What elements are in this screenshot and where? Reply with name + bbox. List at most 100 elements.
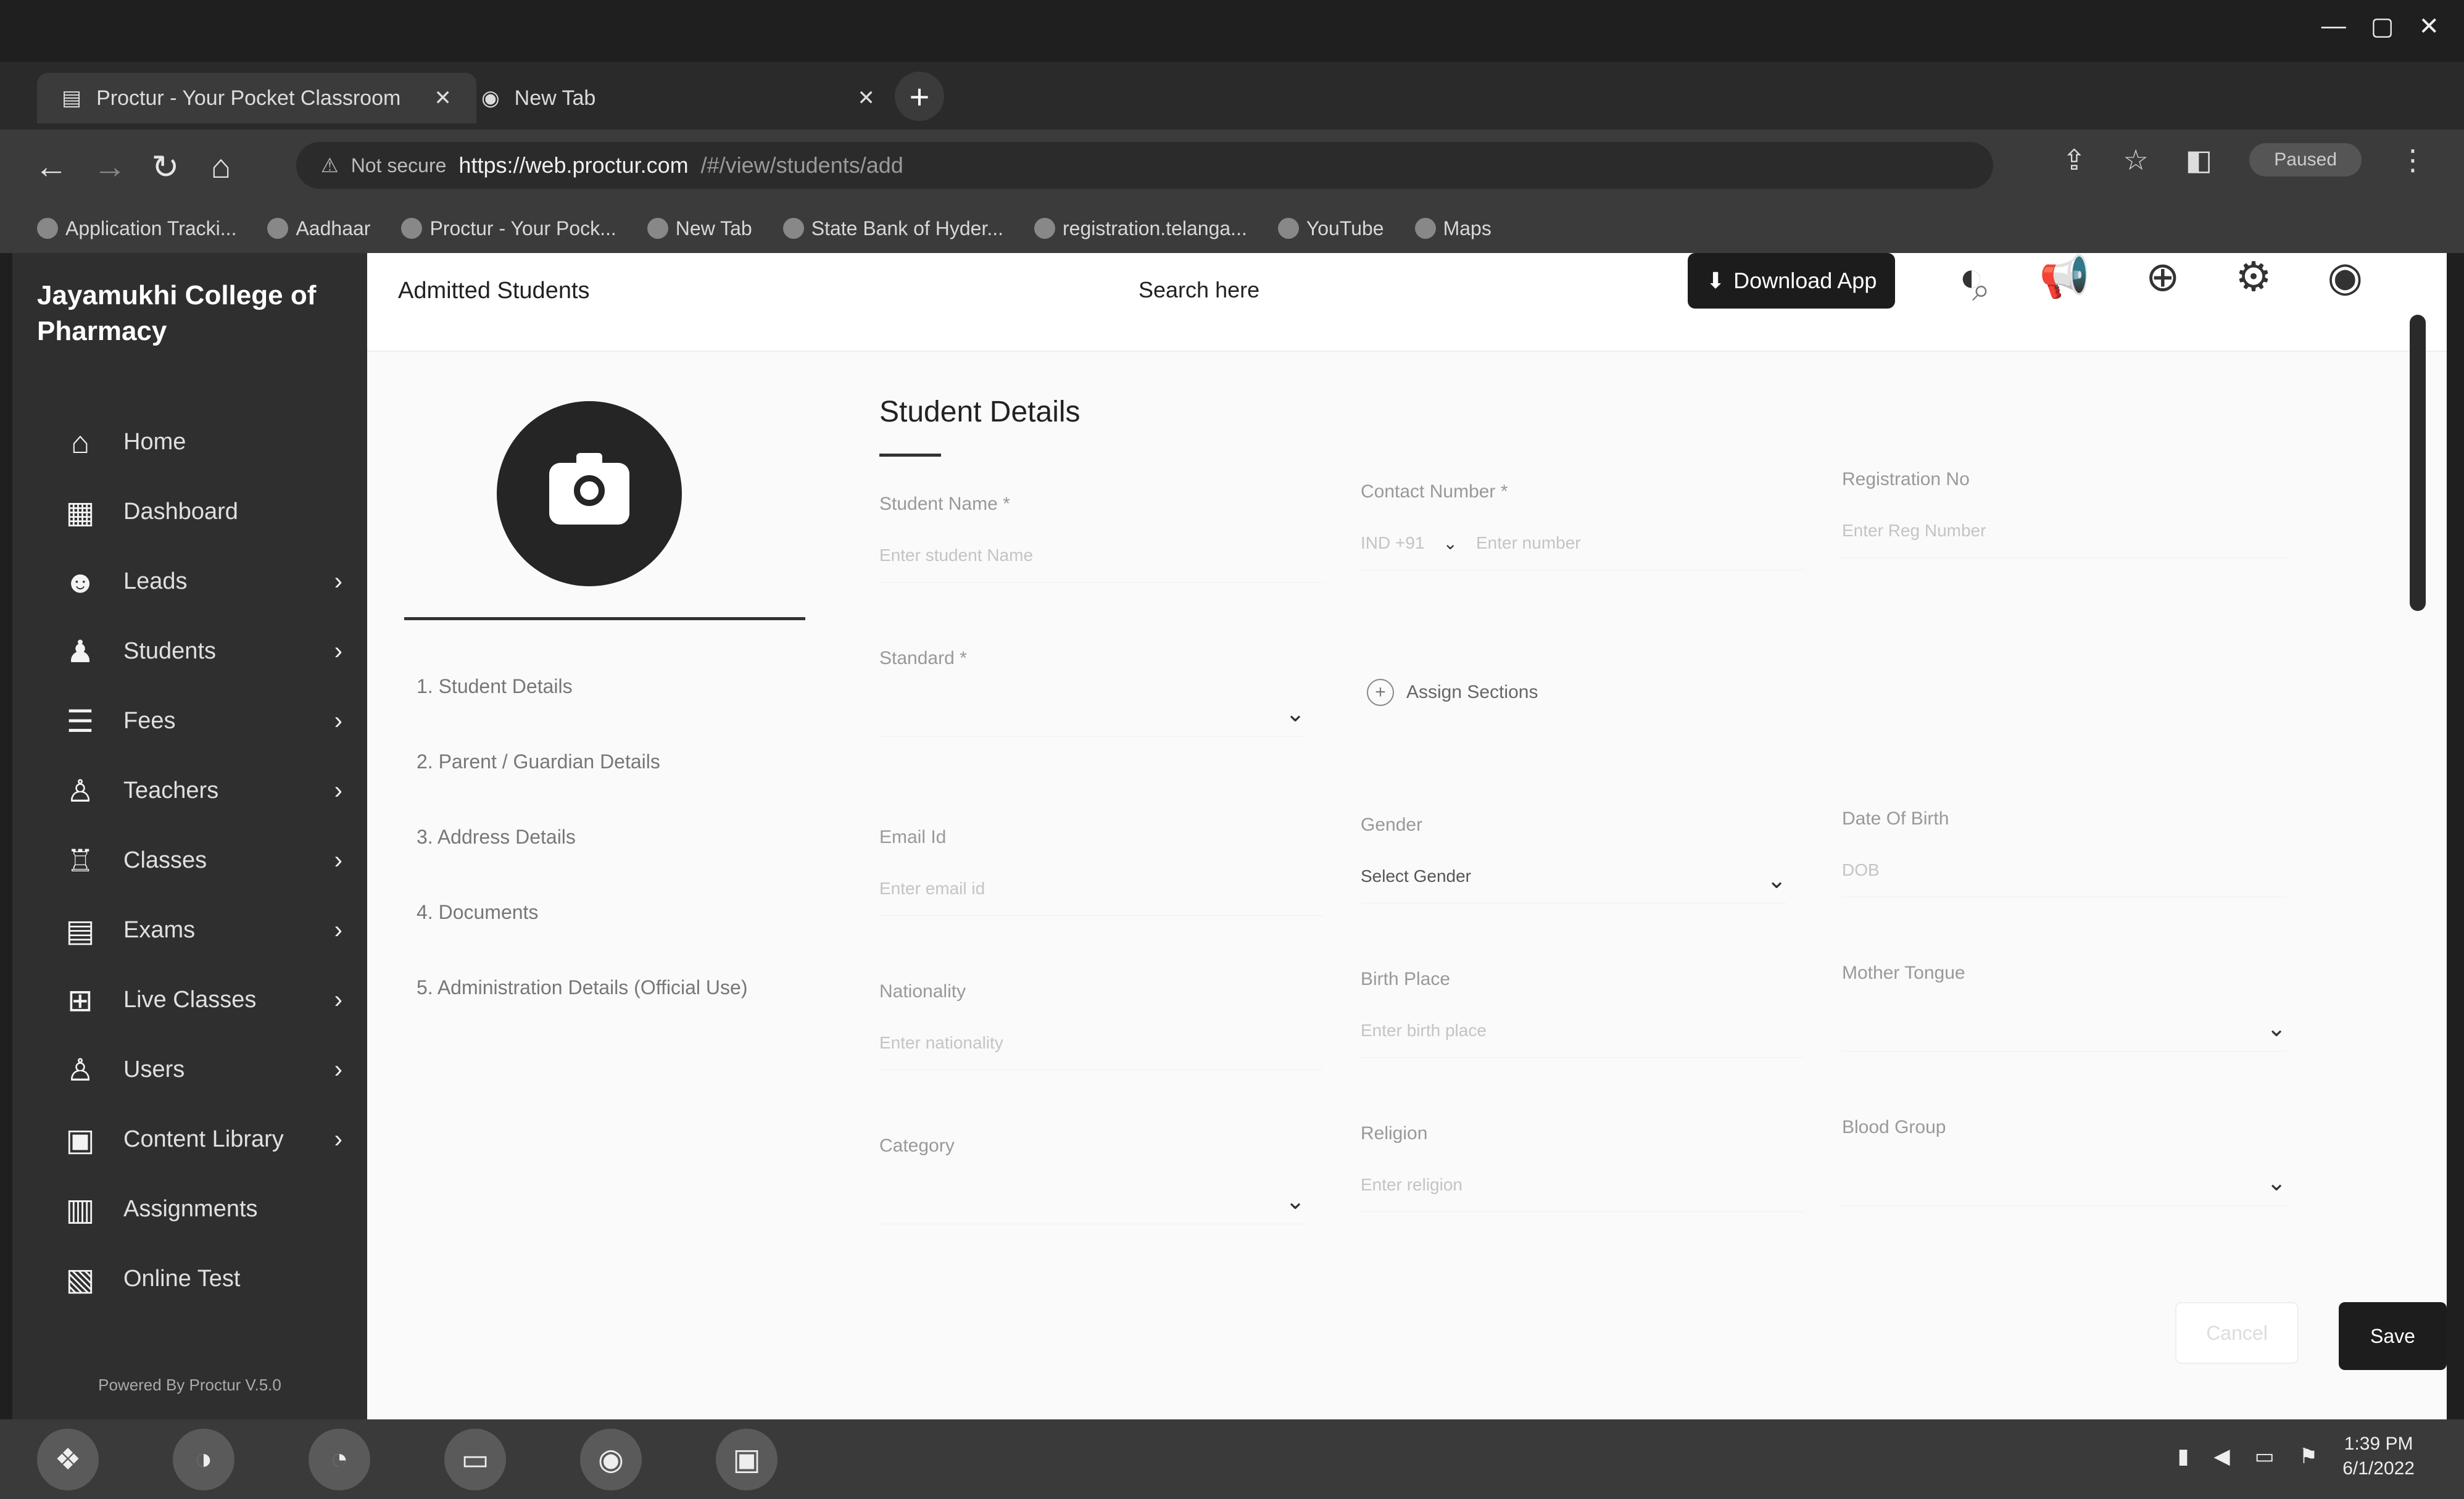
- step-item[interactable]: 5. Administration Details (Official Use): [417, 974, 787, 1001]
- country-code-select[interactable]: IND +91: [1361, 533, 1425, 570]
- reload-icon[interactable]: ↻: [142, 143, 189, 190]
- blood-group-select[interactable]: ⌄: [1842, 1169, 2286, 1206]
- email-input[interactable]: Enter email id: [879, 879, 1324, 916]
- bookmark-item[interactable]: Application Tracki...: [37, 217, 236, 240]
- language-icon[interactable]: ◐: [1959, 253, 1984, 301]
- chevron-right-icon: ›: [334, 568, 342, 595]
- volume-icon[interactable]: ◀: [2213, 1444, 2230, 1469]
- sidebar-item-dashboard[interactable]: ▦ Dashboard: [12, 477, 367, 547]
- chevron-down-icon: ⌄: [2267, 1016, 2286, 1042]
- bookmark-item[interactable]: Proctur - Your Pock...: [401, 217, 616, 240]
- dob-input[interactable]: DOB: [1842, 860, 2286, 897]
- app-icon[interactable]: ▣: [716, 1428, 778, 1490]
- step-item[interactable]: 1. Student Details: [417, 673, 787, 700]
- sidebar-item-assignments[interactable]: ▥ Assignments: [12, 1174, 367, 1244]
- warning-icon: ⚠: [321, 154, 339, 176]
- sidebar-item-leads[interactable]: ☻ Leads ›: [12, 547, 367, 617]
- sidebar-item-users[interactable]: ♙ Users ›: [12, 1035, 367, 1105]
- nationality-input[interactable]: Enter nationality: [879, 1033, 1324, 1070]
- bookmark-item[interactable]: Aadhaar: [267, 217, 370, 240]
- share-icon[interactable]: ⇪: [2062, 143, 2086, 176]
- home-browser-icon[interactable]: ⌂: [197, 143, 244, 190]
- sidebar-item-live-classes[interactable]: ⊞ Live Classes ›: [12, 965, 367, 1035]
- star-icon[interactable]: ☆: [2123, 143, 2149, 176]
- fees-icon: ☰: [66, 704, 94, 739]
- start-icon[interactable]: ❖: [37, 1428, 99, 1490]
- student-name-input[interactable]: Enter student Name: [879, 546, 1324, 583]
- back-icon[interactable]: ←: [28, 143, 75, 190]
- contact-number-field: Contact Number * IND +91 ⌄ Enter number: [1361, 481, 1805, 570]
- sidebar-item-classes[interactable]: ♖ Classes ›: [12, 826, 367, 895]
- assign-sections-button[interactable]: + Assign Sections: [1367, 679, 1538, 706]
- religion-input[interactable]: Enter religion: [1361, 1175, 1805, 1212]
- settings-icon[interactable]: ⚙: [2235, 253, 2271, 301]
- tab-new-tab[interactable]: ◉ New Tab ✕: [457, 73, 900, 123]
- sidebar-item-students[interactable]: ♟ Students ›: [12, 617, 367, 686]
- browser-icon[interactable]: ◔: [309, 1428, 370, 1490]
- step-item[interactable]: 2. Parent / Guardian Details: [417, 748, 787, 775]
- chrome-icon[interactable]: ◉: [580, 1428, 642, 1490]
- steps-list: 1. Student Details 2. Parent / Guardian …: [417, 673, 787, 1049]
- gender-select[interactable]: Select Gender ⌄: [1361, 866, 1786, 903]
- standard-select[interactable]: ⌄: [879, 700, 1305, 737]
- sidebar-item-exams[interactable]: ▤ Exams ›: [12, 895, 367, 965]
- sidebar-item-online-test[interactable]: ▧ Online Test: [12, 1244, 367, 1314]
- flag-icon[interactable]: ⚑: [2299, 1444, 2318, 1469]
- step-item[interactable]: 3. Address Details: [417, 823, 787, 850]
- forward-icon[interactable]: →: [86, 143, 133, 190]
- menu-icon[interactable]: ⋮: [2399, 143, 2427, 176]
- profile-button[interactable]: Paused: [2249, 143, 2362, 176]
- search-box[interactable]: Search here ⌕: [1139, 265, 1990, 315]
- registration-no-input[interactable]: Enter Reg Number: [1842, 521, 2286, 558]
- gender-field: Gender Select Gender ⌄: [1361, 815, 1786, 903]
- chevron-right-icon: ›: [334, 777, 342, 804]
- announcement-icon[interactable]: 📢: [2039, 253, 2090, 301]
- step-item[interactable]: 4. Documents: [417, 899, 787, 926]
- close-tab-icon[interactable]: ✕: [434, 86, 452, 110]
- add-circle-icon[interactable]: ⊕: [2146, 253, 2180, 301]
- mother-tongue-select[interactable]: ⌄: [1842, 1015, 2286, 1052]
- bookmark-item[interactable]: Maps: [1414, 217, 1491, 240]
- sidebar-item-fees[interactable]: ☰ Fees ›: [12, 686, 367, 756]
- maximize-icon[interactable]: ▢: [2371, 12, 2394, 41]
- students-icon: ♟: [66, 634, 94, 669]
- new-tab-button[interactable]: +: [895, 72, 944, 121]
- bookmark-item[interactable]: registration.telanga...: [1034, 217, 1247, 240]
- sidebar-item-home[interactable]: ⌂ Home: [12, 407, 367, 477]
- close-tab-icon[interactable]: ✕: [857, 86, 875, 110]
- bookmark-icon: [782, 218, 804, 239]
- tab-proctur[interactable]: ▤ Proctur - Your Pocket Classroom ✕: [37, 73, 476, 123]
- plus-circle-icon: +: [1367, 679, 1394, 706]
- bookmark-item[interactable]: YouTube: [1277, 217, 1384, 240]
- proctur-favicon-icon: ▤: [62, 86, 82, 110]
- media-player-icon[interactable]: ◑: [173, 1428, 234, 1490]
- sidebar-item-content-library[interactable]: ▣ Content Library ›: [12, 1105, 367, 1174]
- powered-by: Powered By Proctur V.5.0: [98, 1376, 281, 1394]
- clock[interactable]: 1:39 PM 6/1/2022: [2342, 1432, 2415, 1481]
- display-icon[interactable]: ▭: [2255, 1444, 2275, 1469]
- sidepanel-icon[interactable]: ◧: [2186, 143, 2212, 176]
- download-app-button[interactable]: ⬇ Download App: [1688, 253, 1896, 309]
- folder-icon[interactable]: ▭: [444, 1428, 506, 1490]
- bookmark-item[interactable]: New Tab: [647, 217, 752, 240]
- cancel-button[interactable]: Cancel: [2175, 1302, 2299, 1364]
- contact-number-input[interactable]: Enter number: [1476, 533, 1581, 570]
- network-icon[interactable]: ▮: [2178, 1444, 2189, 1469]
- photo-upload[interactable]: [497, 401, 682, 586]
- category-select[interactable]: ⌄: [879, 1187, 1305, 1224]
- chevron-down-icon: ⌄: [1285, 1189, 1305, 1215]
- scrollbar[interactable]: [2410, 315, 2426, 611]
- address-bar[interactable]: ⚠ Not secure https://web.proctur.com /#/…: [296, 142, 1993, 189]
- chevron-down-icon: ⌄: [2267, 1170, 2286, 1196]
- close-window-icon[interactable]: ✕: [2418, 12, 2439, 41]
- nationality-field: Nationality Enter nationality: [879, 981, 1324, 1070]
- minimize-icon[interactable]: —: [2321, 12, 2346, 41]
- home-icon: ⌂: [70, 425, 90, 460]
- sidebar-item-teachers[interactable]: ♙ Teachers ›: [12, 756, 367, 826]
- save-button[interactable]: Save: [2339, 1302, 2447, 1370]
- sidebar: Jayamukhi College of Pharmacy ⌂ Home ▦ Das…: [12, 253, 367, 1419]
- search-input[interactable]: Search here: [1139, 277, 1259, 303]
- bookmark-item[interactable]: State Bank of Hyder...: [782, 217, 1003, 240]
- birth-place-input[interactable]: Enter birth place: [1361, 1021, 1805, 1058]
- account-icon[interactable]: ◉: [2328, 253, 2363, 301]
